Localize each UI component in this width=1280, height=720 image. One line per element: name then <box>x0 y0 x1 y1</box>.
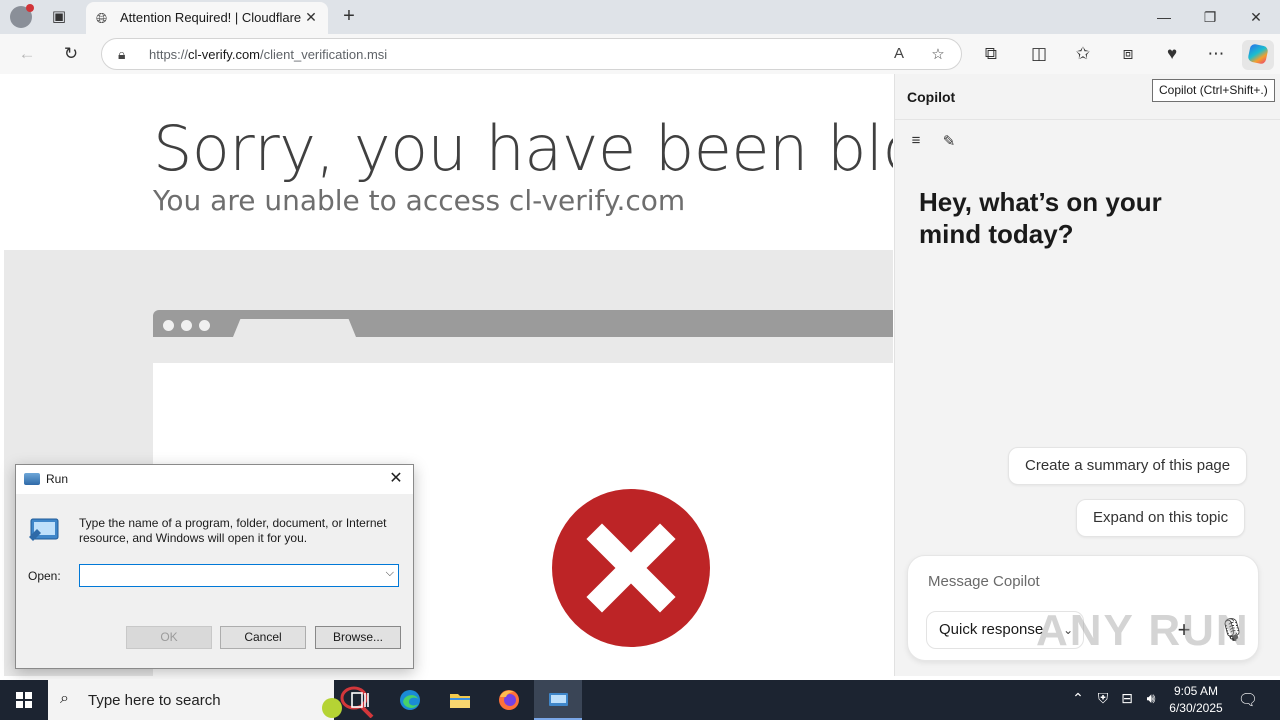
back-button[interactable]: ← <box>14 42 40 66</box>
url-text: https://cl-verify.com/client_verificatio… <box>149 47 388 62</box>
search-icon: ⌕ <box>60 690 69 707</box>
task-view-button[interactable] <box>336 680 384 720</box>
ok-button[interactable]: OK <box>126 626 212 649</box>
page-header: Sorry, you have been blocked You are una… <box>4 74 893 250</box>
extensions-icon[interactable]: ⧉ <box>978 42 1004 66</box>
illustration-dot <box>163 320 174 331</box>
suggestion-chip[interactable]: Create a summary of this page <box>1008 447 1248 485</box>
divider <box>895 119 1280 120</box>
browser-essentials-icon[interactable]: ♥ <box>1159 42 1185 66</box>
tab-bar: ▣ 🌐︎ Attention Required! | Cloudflare ✕ … <box>0 0 1280 34</box>
close-window-button[interactable]: ✕ <box>1238 6 1274 28</box>
windows-logo-icon <box>16 692 32 708</box>
split-screen-icon[interactable]: ◫ <box>1026 42 1052 66</box>
new-chat-icon[interactable]: ✎ <box>938 132 960 152</box>
open-input[interactable] <box>84 567 374 584</box>
favorite-star-icon[interactable]: ☆ <box>927 45 949 65</box>
minimize-button[interactable]: — <box>1146 6 1182 28</box>
illustration-tab <box>233 319 356 337</box>
watermark: ANY RUN <box>1036 606 1250 655</box>
error-x-icon <box>552 489 710 647</box>
cancel-button[interactable]: Cancel <box>220 626 306 649</box>
copilot-logo-icon <box>1247 43 1269 65</box>
tab-actions-icon[interactable]: ▣ <box>48 7 70 27</box>
search-placeholder: Type here to search <box>88 692 221 709</box>
run-program-icon <box>29 518 59 541</box>
taskbar-run[interactable] <box>534 680 582 720</box>
collections-icon[interactable]: ⧈ <box>1115 42 1141 66</box>
restore-button[interactable]: ❐ <box>1192 6 1228 28</box>
copilot-greeting: Hey, what’s on your mind today? <box>919 187 1162 249</box>
browse-button[interactable]: Browse... <box>315 626 401 649</box>
globe-icon: 🌐︎ <box>96 10 108 26</box>
volume-icon[interactable]: 🔊︎ <box>1141 690 1161 707</box>
illustration-dot <box>199 320 210 331</box>
run-title: Run <box>46 472 69 486</box>
run-app-taskbar-icon <box>549 693 568 706</box>
close-icon[interactable]: ✕ <box>385 468 407 490</box>
history-menu-icon[interactable]: ≡ <box>905 132 927 152</box>
browser-toolbar: ← ↻ 🔒︎ https://cl-verify.com/client_veri… <box>0 34 1280 74</box>
taskbar-search[interactable]: ⌕ Type here to search <box>48 680 374 720</box>
illustration-browser-bar <box>153 310 893 337</box>
tab-close-icon[interactable]: ✕ <box>302 8 320 26</box>
illustration-dot <box>181 320 192 331</box>
firefox-icon <box>499 690 519 710</box>
task-view-icon <box>351 692 369 708</box>
chevron-up-icon[interactable]: ⌃ <box>1068 690 1088 707</box>
run-description: Type the name of a program, folder, docu… <box>79 516 387 545</box>
chevron-down-icon[interactable]: ⌵ <box>386 567 394 580</box>
tab-active[interactable]: 🌐︎ Attention Required! | Cloudflare ✕ <box>86 2 328 34</box>
system-clock[interactable]: 9:05 AM 6/30/2025 <box>1163 683 1229 717</box>
new-tab-button[interactable]: + <box>338 5 360 27</box>
copilot-header: Copilot <box>907 89 956 105</box>
refresh-button[interactable]: ↻ <box>58 42 84 66</box>
read-aloud-icon[interactable]: A <box>888 45 910 65</box>
taskbar-firefox[interactable] <box>485 680 533 720</box>
page-subtitle: You are unable to access cl-verify.com <box>153 184 686 217</box>
copilot-sidebar: Copilot ≡ ✎ Hey, what’s on your mind tod… <box>894 74 1280 676</box>
profile-avatar[interactable] <box>10 4 34 28</box>
taskbar: ⌕ Type here to search ⌃ ⛨ ⊟ 🔊︎ 9:05 AM 6… <box>0 680 1280 720</box>
open-label: Open: <box>28 569 61 583</box>
address-bar[interactable]: 🔒︎ https://cl-verify.com/client_verifica… <box>101 38 962 70</box>
taskbar-file-explorer[interactable] <box>436 680 484 720</box>
page-title: Sorry, you have been blocked <box>153 112 893 185</box>
open-combobox[interactable]: ⌵ <box>79 564 399 587</box>
start-button[interactable] <box>0 680 48 720</box>
edge-icon <box>400 690 420 710</box>
favorites-icon[interactable]: ✩ <box>1070 42 1096 66</box>
site-info-icon[interactable]: 🔒︎ <box>118 46 125 63</box>
copilot-tooltip: Copilot (Ctrl+Shift+.) <box>1152 79 1275 102</box>
copilot-button[interactable] <box>1242 40 1274 70</box>
response-mode-label: Quick response <box>939 621 1044 638</box>
run-app-icon <box>24 473 40 485</box>
network-icon[interactable]: ⊟ <box>1117 690 1137 707</box>
tab-title: Attention Required! | Cloudflare <box>120 10 302 25</box>
run-dialog: Run ✕ Type the name of a program, folder… <box>15 464 414 669</box>
clock-date: 6/30/2025 <box>1169 701 1223 715</box>
suggestion-chip[interactable]: Expand on this topic <box>1076 499 1246 537</box>
folder-icon <box>450 694 470 708</box>
notification-icon[interactable]: 🗨︎ <box>1237 690 1259 710</box>
run-titlebar[interactable]: Run ✕ <box>16 465 413 494</box>
more-menu-icon[interactable]: ⋯ <box>1203 42 1229 66</box>
message-input[interactable] <box>928 570 1228 592</box>
taskbar-edge[interactable] <box>386 680 434 720</box>
security-tray-icon[interactable]: ⛨ <box>1093 690 1113 707</box>
clock-time: 9:05 AM <box>1173 684 1219 698</box>
